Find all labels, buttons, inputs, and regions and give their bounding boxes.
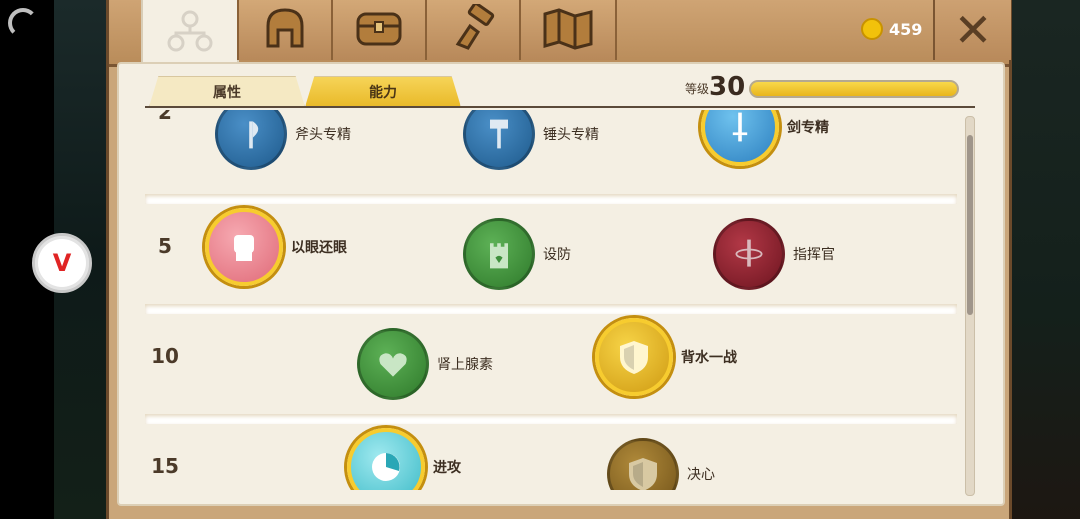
ability-row: 2 斧头专精 锤头专精 剑专精 [145,110,957,200]
ability-name: 剑专精 [787,120,829,136]
scrollbar[interactable] [965,116,975,496]
xp-progress-bar [749,80,959,98]
ability-name: 肾上腺素 [437,357,493,373]
tower-icon [463,218,535,290]
subtab-abilities[interactable]: 能力 [305,76,461,107]
ability-name: 进攻 [433,460,461,476]
commander-sword-icon [713,218,785,290]
ability-item[interactable]: 肾上腺素 [357,328,493,400]
tab-map[interactable] [519,0,617,60]
ability-item[interactable]: 以眼还眼 [205,208,347,286]
ability-list[interactable]: 2 斧头专精 锤头专精 剑专精 5 以眼还眼 设防 指挥官 10 肾上腺素 背水一战 15 进攻 决心 [145,110,957,490]
hierarchy-icon [161,7,219,59]
row-level-requirement: 15 [151,454,179,478]
coin-amount: 459 [889,19,923,39]
tab-abilities-tree[interactable] [141,0,239,66]
axe-icon [215,110,287,170]
ability-name: 指挥官 [793,247,835,263]
tab-equipment[interactable] [237,0,333,60]
fist-icon [205,208,283,286]
map-icon [539,4,597,56]
tab-inventory[interactable] [331,0,427,60]
ability-name: 以眼还眼 [291,240,347,256]
sword-icon [701,110,779,166]
row-level-requirement: 10 [151,344,179,368]
close-button[interactable]: ✕ [933,0,1011,60]
coin-counter: 459 [861,18,922,40]
clock-icon [347,428,425,490]
ability-item[interactable]: 指挥官 [713,218,835,290]
divider [145,106,975,108]
status-arc-icon [8,8,38,38]
ability-name: 设防 [543,247,571,263]
level-label: 等级 [685,82,710,96]
content-area: 属性 能力 等级 30 2 斧头专精 锤头专精 剑专精 5 以眼还眼 设防 指挥官 10 肾上腺素… [117,62,1005,506]
coin-icon [861,18,883,40]
ability-name: 斧头专精 [295,127,351,143]
level-value: 30 [709,72,746,102]
overlay-app-badge-icon[interactable]: V [32,233,92,293]
window-tab-bar: 459 ✕ [109,0,1011,67]
xp-progress-fill [751,82,957,96]
subtab-attributes[interactable]: 属性 [149,76,305,107]
ability-name: 锤头专精 [543,127,599,143]
hammer-hand-icon [444,2,502,56]
ability-item[interactable]: 设防 [463,218,571,290]
ability-row: 15 进攻 决心 [145,420,957,490]
ability-item[interactable]: 决心 [607,438,715,490]
scroll-thumb[interactable] [967,135,973,315]
ability-row: 5 以眼还眼 设防 指挥官 [145,200,957,310]
ability-name: 背水一战 [681,350,737,366]
ability-item[interactable]: 进攻 [347,428,461,490]
character-window: 459 ✕ 属性 能力 等级 30 2 斧头专精 锤头专精 剑专精 5 以眼还眼 设防 指挥官… [106,0,1012,519]
heart-icon [357,328,429,400]
close-icon: ✕ [953,3,993,57]
row-level-requirement: 5 [158,234,172,258]
ability-item[interactable]: 剑专精 [701,110,829,166]
chest-icon [350,4,408,56]
shield-icon [607,438,679,490]
ability-item[interactable]: 斧头专精 [215,110,351,170]
hammer-icon [463,110,535,170]
shield-icon [595,318,673,396]
helmet-icon [256,4,314,56]
ability-item[interactable]: 背水一战 [595,318,737,396]
ability-item[interactable]: 锤头专精 [463,110,599,170]
ability-name: 决心 [687,467,715,483]
tab-crafting[interactable] [425,0,521,60]
row-level-requirement: 2 [158,110,172,124]
ability-row: 10 肾上腺素 背水一战 [145,310,957,420]
